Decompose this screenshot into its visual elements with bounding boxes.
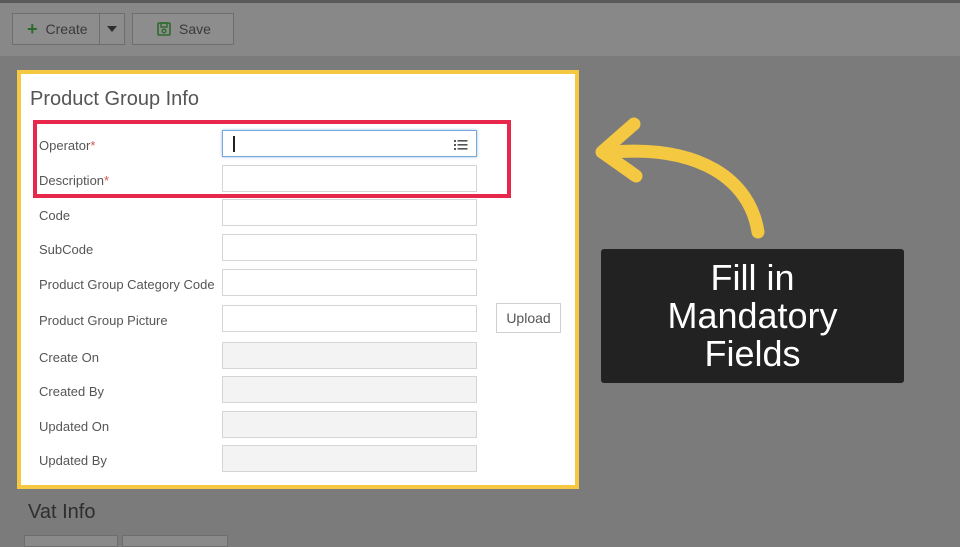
updated-on-label: Updated On xyxy=(39,419,110,434)
save-button[interactable]: Save xyxy=(132,13,234,45)
subcode-field[interactable] xyxy=(222,234,477,261)
updated-by-field xyxy=(222,445,477,472)
product-group-info-panel: Product Group Info Operator* Description… xyxy=(17,70,579,489)
operator-field[interactable] xyxy=(222,130,477,157)
floppy-disk-icon xyxy=(157,22,171,36)
text-cursor xyxy=(233,136,235,152)
product-group-picture-field[interactable] xyxy=(222,305,477,332)
create-on-label: Create On xyxy=(39,350,99,365)
create-button[interactable]: + Create xyxy=(12,13,125,45)
updated-by-label: Updated By xyxy=(39,453,107,468)
panel-title: Product Group Info xyxy=(30,88,199,110)
required-marker: * xyxy=(104,173,110,188)
toolbar: + Create Save xyxy=(0,0,960,56)
create-dropdown-toggle[interactable] xyxy=(99,14,124,44)
created-by-field xyxy=(222,376,477,403)
upload-button[interactable]: Upload xyxy=(496,303,561,333)
plus-icon: + xyxy=(27,19,38,39)
updated-on-field xyxy=(222,411,477,438)
vat-info-title: Vat Info xyxy=(28,501,96,523)
create-on-field xyxy=(222,342,477,369)
description-label: Description* xyxy=(39,173,110,188)
callout-text: Fill in Mandatory Fields xyxy=(667,257,838,374)
create-label: Create xyxy=(45,21,88,37)
product-group-category-code-field[interactable] xyxy=(222,269,477,296)
created-by-label: Created By xyxy=(39,384,105,399)
vat-tab-button[interactable] xyxy=(24,535,118,547)
curved-arrow-icon xyxy=(595,117,765,239)
operator-label: Operator* xyxy=(39,138,96,153)
annotation-callout: Fill in Mandatory Fields xyxy=(601,249,904,383)
list-icon[interactable] xyxy=(454,138,468,156)
product-group-picture-label: Product Group Picture xyxy=(39,313,168,328)
code-field[interactable] xyxy=(222,199,477,226)
code-label: Code xyxy=(39,208,71,223)
subcode-label: SubCode xyxy=(39,242,94,257)
save-label: Save xyxy=(179,21,211,37)
chevron-down-icon xyxy=(107,26,117,32)
description-field[interactable] xyxy=(222,165,477,192)
required-marker: * xyxy=(90,138,96,153)
product-group-category-code-label: Product Group Category Code xyxy=(39,277,215,292)
vat-tab-button[interactable] xyxy=(122,535,228,547)
